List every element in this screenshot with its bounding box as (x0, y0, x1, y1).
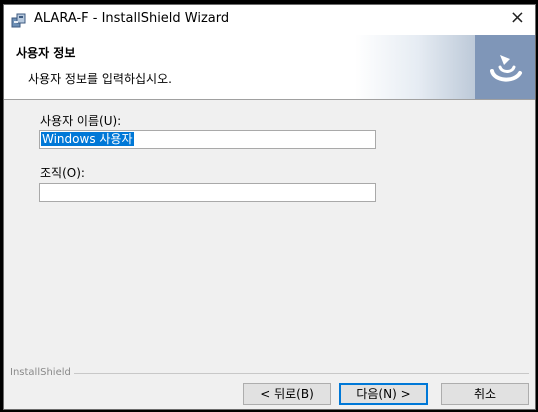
cancel-button[interactable]: 취소 (441, 383, 529, 405)
user-name-field[interactable]: Windows 사용자 (39, 130, 376, 149)
window-title: ALARA-F - InstallShield Wizard (34, 11, 230, 26)
installshield-brand: InstallShield (10, 367, 71, 378)
footer-divider (74, 373, 529, 374)
user-name-value: Windows 사용자 (41, 132, 134, 146)
back-button[interactable]: < 뒤로(B) (243, 383, 331, 405)
wizard-body: 사용자 이름(U): Windows 사용자 조직(O): InstallShi… (4, 100, 535, 409)
page-subtitle: 사용자 정보를 입력하십시오. (28, 72, 172, 86)
installer-window: ALARA-F - InstallShield Wizard × 사용자 정보 … (3, 4, 536, 410)
organization-field[interactable] (39, 183, 376, 202)
organization-label: 조직(O): (40, 166, 85, 180)
wizard-header: 사용자 정보 사용자 정보를 입력하십시오. (4, 35, 535, 100)
next-button[interactable]: 다음(N) > (339, 383, 428, 405)
title-bar: ALARA-F - InstallShield Wizard × (4, 5, 535, 35)
installer-icon (11, 13, 26, 28)
installshield-logo-icon (490, 55, 522, 82)
close-icon[interactable]: × (510, 8, 525, 28)
page-title: 사용자 정보 (16, 46, 76, 60)
user-name-label: 사용자 이름(U): (40, 114, 122, 128)
